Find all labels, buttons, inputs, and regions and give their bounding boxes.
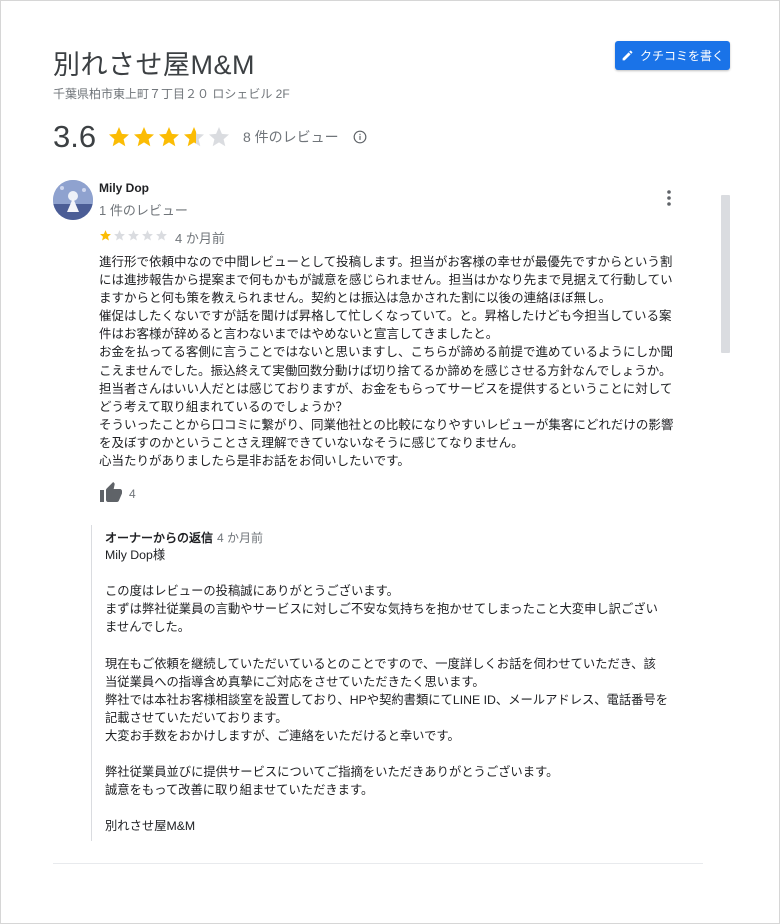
owner-reply-date: 4 か月前: [217, 531, 264, 545]
review-text-line: 件はお客様が辞めると言わないまではやめないと宣言してきましたと。: [99, 327, 499, 342]
owner-reply-line: 当従業員への指導含め真摯にご対応をさせていただきたく思います。: [105, 674, 485, 689]
avg-star-1: [109, 127, 129, 147]
place-title: 別れさせ屋M&M: [53, 50, 255, 80]
avg-star-3: [159, 127, 179, 147]
review-text-line: を及ぼすのかということさえ理解できていないなそうに感じてなりません。: [99, 435, 524, 450]
owner-reply-line: まずは弊社従業員の言動やサービスに対しご不安な気持ちを抱かせてしまったこと大変申…: [105, 602, 658, 617]
rating-summary: 3.6 8 件のレビュー: [53, 119, 367, 155]
owner-reply-line: 大変お手数をおかけしますが、ご連絡をいただけると幸いです。: [105, 728, 460, 743]
owner-reply-line: [105, 636, 705, 654]
avg-star-2: [134, 127, 154, 147]
owner-reply-line: [105, 799, 705, 817]
review-text-line: お金を払ってる客側に言うことではないと思いますし、こちらが諦める前提で進めている…: [99, 345, 674, 360]
review-text-line: 心当たりがありましたら是非お話をお伺いしたいです。: [99, 454, 410, 469]
write-review-button[interactable]: クチコミを書く: [615, 41, 730, 70]
review-panel: 別れさせ屋M&M 千葉県柏市東上町７丁目２０ ロシェビル 2F クチコミを書く …: [0, 0, 780, 924]
review-text-line: には進捗報告から提案まで何もかもが誠意を感じられません。担当はかなり先まで見据え…: [99, 273, 673, 288]
owner-reply-line: 別れさせ屋M&M: [105, 819, 196, 834]
reviewer-review-count: 1 件のレビュー: [99, 203, 188, 218]
owner-reply-line: [105, 745, 705, 763]
info-icon[interactable]: [353, 130, 367, 144]
owner-reply-line: 誠意をもって改善に取り組ませていただきます。: [105, 783, 374, 798]
review-text-line: そういったことから口コミに繋がり、同業他社との比較になりやすいレビューが集客にど…: [99, 417, 674, 432]
write-review-label: クチコミを書く: [639, 49, 724, 63]
owner-reply-line: 現在もご依頼を継続していただいているとのことですので、一度詳しくお話を伺わせてい…: [105, 656, 656, 671]
avg-star-5: [209, 127, 229, 147]
like-count: 4: [129, 487, 136, 501]
rev-star-3: [128, 230, 139, 241]
owner-reply-line: [105, 564, 705, 582]
review-text-line: 担当者さんはいい人だとは感じておりますが、お金をもらってサービスを提供するという…: [99, 381, 673, 396]
owner-reply-line: 弊社従業員並びに提供サービスについてご指摘をいただきありがとうございます。: [105, 765, 559, 780]
more-options-icon[interactable]: [665, 189, 673, 207]
review-text-line: ますからと何も策を教えられません。契約とは振込は急かされた割に以後の連絡ほぼ無し…: [99, 291, 612, 306]
divider: [53, 863, 703, 864]
reviewer-name[interactable]: Mily Dop: [99, 181, 149, 195]
owner-reply-line: この度はレビューの投稿誠にありがとうございます。: [105, 584, 399, 599]
review-count-link[interactable]: 8 件のレビュー: [243, 127, 339, 147]
rev-star-1: [100, 230, 111, 241]
rev-star-4: [142, 230, 153, 241]
review-text-line: 進行形で依頼中なので中間レビューとして投稿します。担当がお客様の幸せが最優先です…: [99, 255, 673, 269]
review-date: 4 か月前: [175, 231, 225, 246]
review-rating-stars: [99, 229, 168, 242]
owner-reply-header: オーナーからの返信 4 か月前: [105, 529, 263, 546]
pencil-icon: [622, 50, 633, 61]
thumbs-up-icon[interactable]: [99, 481, 123, 503]
review-text-line: 催促はしたくないですが話を聞けば昇格して忙しくなっていて。と。昇格したけども今担…: [99, 309, 672, 324]
owner-reply-line: ませんでした。: [105, 620, 191, 635]
review-text: 進行形で依頼中なので中間レビューとして投稿します。担当がお客様の幸せが最優先です…: [99, 253, 703, 470]
owner-reply-label: オーナーからの返信: [105, 531, 214, 545]
owner-reply-line: Mily Dop様: [105, 548, 166, 562]
review-text-line: こえませんでした。振込終えて実働回数分動けば切り捨てるか諦めを感じさせる方針なん…: [99, 363, 672, 378]
owner-reply-line: 弊社では本社お客様相談室を設置しており、HPや契約書類にてLINE ID、メール…: [105, 692, 669, 707]
review-text-line: どう考えて取り組まれているのでしょうか？: [99, 399, 349, 414]
avg-star-4: [184, 127, 204, 147]
rev-star-5: [156, 230, 167, 241]
average-rating-stars: [107, 125, 231, 149]
scrollbar[interactable]: [721, 195, 730, 353]
owner-reply-line: 記載させていただいております。: [105, 710, 288, 725]
owner-reply-text: Mily Dop様この度はレビューの投稿誠にありがとうございます。まずは弊社従業…: [105, 546, 705, 836]
place-address: 千葉県柏市東上町７丁目２０ ロシェビル 2F: [53, 87, 290, 101]
rev-star-2: [114, 230, 125, 241]
average-rating: 3.6: [53, 119, 97, 154]
owner-reply: オーナーからの返信 4 か月前 Mily Dop様この度はレビューの投稿誠にありが…: [91, 525, 703, 841]
reviewer-avatar[interactable]: [53, 180, 93, 220]
